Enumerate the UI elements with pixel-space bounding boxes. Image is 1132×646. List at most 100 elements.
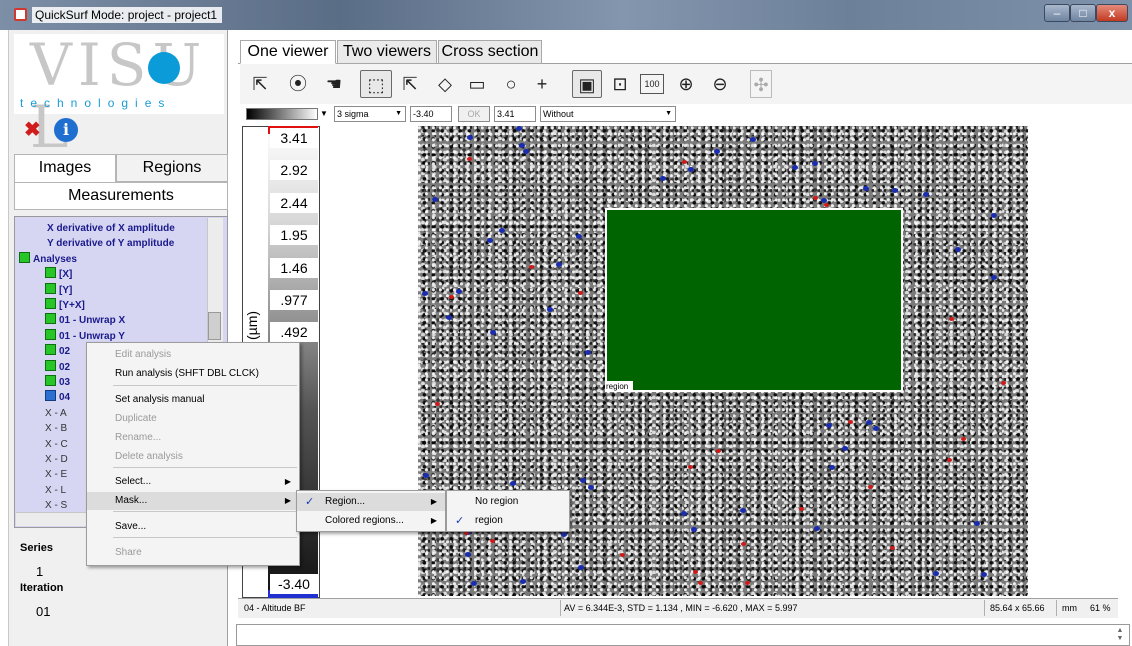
low-point-marker — [510, 481, 516, 486]
high-point-marker — [682, 160, 687, 164]
point-tool-icon[interactable]: + — [528, 70, 556, 98]
high-limit-input[interactable]: 3.41 — [494, 106, 536, 122]
tab-images[interactable]: Images — [14, 154, 116, 182]
command-spinner-icon[interactable]: ▲ ▼ — [1114, 627, 1126, 643]
tree-item-label: X - S — [45, 500, 68, 512]
status-statistics: AV = 6.344E-3, STD = 1.134 , MIN = -6.62… — [564, 603, 798, 613]
tree-item[interactable]: 03 — [45, 375, 70, 390]
low-point-marker — [547, 307, 553, 312]
ellipse-tool-icon[interactable]: ○ — [496, 70, 526, 98]
pointer-icon[interactable]: ⇱ — [248, 70, 272, 98]
context-menu-item[interactable]: Set analysis manual — [87, 391, 299, 409]
pan-hand-icon[interactable]: ☚ — [320, 70, 348, 98]
low-point-marker — [974, 521, 980, 526]
zoom-out-icon[interactable]: ⊖ — [706, 70, 734, 98]
high-point-marker — [824, 203, 829, 207]
low-point-marker — [576, 234, 582, 239]
tab-measurements[interactable]: Measurements — [14, 182, 228, 210]
tree-item[interactable]: [Y+X] — [45, 298, 85, 313]
submenu-item[interactable]: ✓ region — [447, 512, 569, 530]
tab-cross-section[interactable]: Cross section — [438, 40, 542, 64]
fit-window-icon[interactable]: ▣ — [572, 70, 602, 98]
info-icon[interactable]: i — [54, 118, 78, 142]
tree-scroll-thumb[interactable] — [208, 312, 221, 340]
tree-item[interactable]: [Y] — [45, 282, 72, 298]
minimize-button[interactable]: – — [1044, 4, 1070, 22]
status-divider — [1056, 600, 1057, 616]
tree-item[interactable]: X - B — [45, 421, 67, 436]
maximize-button[interactable]: □ — [1070, 4, 1096, 22]
status-layer-name: 04 - Altitude BF — [244, 603, 306, 613]
crosshair-icon[interactable]: ✣ — [750, 70, 772, 98]
color-palette-gradient[interactable] — [246, 108, 318, 120]
zoom-in-icon[interactable]: ⊕ — [672, 70, 700, 98]
context-menu-item[interactable]: Save... — [87, 518, 299, 536]
region-overlay[interactable] — [605, 208, 903, 392]
high-point-marker — [688, 465, 693, 469]
tree-item[interactable]: X - E — [45, 467, 67, 482]
submenu-item[interactable]: No region — [447, 493, 569, 511]
sigma-select[interactable]: 3 sigma ▼ — [334, 106, 406, 122]
chevron-down-icon: ▼ — [665, 110, 672, 117]
low-point-marker — [812, 161, 818, 166]
submenu-item[interactable]: ✓ Region... ▶ — [297, 493, 445, 511]
command-input[interactable] — [236, 624, 1130, 646]
fit-all-icon[interactable]: ⊡ — [606, 70, 634, 98]
tab-one-viewer[interactable]: One viewer — [240, 40, 336, 64]
low-point-marker — [520, 579, 526, 584]
low-limit-input[interactable]: -3.40 — [410, 106, 452, 122]
context-menu-item[interactable]: Mask... ▶ — [87, 492, 299, 510]
tree-item[interactable]: Y derivative of Y amplitude — [47, 236, 174, 251]
tree-item[interactable]: X - S — [45, 498, 67, 513]
tree-item[interactable]: 02 — [45, 344, 70, 359]
high-point-marker — [949, 317, 954, 321]
tree-item[interactable]: X - L — [45, 483, 66, 498]
rectangle-tool-icon[interactable]: ▭ — [462, 70, 492, 98]
scale-tick-label: 1.46 — [270, 257, 318, 278]
context-menu-item[interactable]: Select... ▶ — [87, 473, 299, 491]
tree-item[interactable]: X - D — [45, 452, 68, 467]
line-tool-icon[interactable]: ⇱ — [396, 70, 424, 98]
low-point-marker — [981, 572, 987, 577]
zoom-100-icon[interactable]: 100 — [640, 74, 664, 94]
tree-item[interactable]: 04 — [45, 390, 70, 405]
tab-two-viewers[interactable]: Two viewers — [337, 40, 437, 64]
high-point-marker — [799, 507, 804, 511]
low-point-marker — [814, 526, 820, 531]
tab-regions[interactable]: Regions — [116, 154, 228, 182]
low-point-marker — [523, 149, 529, 154]
tree-item[interactable]: [X] — [45, 267, 72, 282]
high-point-marker — [813, 196, 818, 200]
delete-icon[interactable]: ✖ — [24, 120, 44, 140]
tree-item[interactable]: 02 — [45, 359, 70, 375]
low-point-marker — [991, 275, 997, 280]
low-point-marker — [842, 446, 848, 451]
palette-dropdown-icon[interactable]: ▼ — [320, 108, 330, 120]
context-menu: Edit analysis Run analysis (SHFT DBL CLCK… — [86, 342, 300, 566]
close-window-button[interactable]: x — [1096, 4, 1128, 22]
tree-item[interactable]: X derivative of X amplitude — [47, 221, 175, 236]
polygon-tool-icon[interactable]: ◇ — [430, 70, 460, 98]
app-icon — [14, 8, 27, 21]
context-menu-item[interactable]: Run analysis (SHFT DBL CLCK) — [87, 365, 299, 383]
low-point-marker — [750, 137, 756, 142]
select-region-icon[interactable]: ⬚ — [360, 70, 392, 98]
tree-item[interactable]: 01 - Unwrap X — [45, 313, 125, 328]
submenu-item-label: No region — [475, 496, 519, 507]
submenu-arrow-icon: ▶ — [430, 497, 437, 506]
low-point-marker — [955, 247, 961, 252]
submenu-item[interactable]: Colored regions... ▶ — [297, 512, 445, 530]
tree-item-label: [Y+X] — [59, 300, 85, 311]
high-point-marker — [698, 581, 703, 585]
menu-item-label: Save... — [115, 521, 147, 532]
tree-item[interactable]: X - A — [45, 406, 67, 421]
ok-button[interactable]: OK — [458, 106, 490, 122]
tree-item[interactable]: Analyses — [19, 251, 77, 267]
low-point-marker — [829, 465, 835, 470]
tree-item[interactable]: X - C — [45, 437, 68, 452]
mode-select[interactable]: Without ▼ — [540, 106, 676, 122]
high-point-marker — [741, 542, 746, 546]
menu-item-label: Run analysis (SHFT DBL CLCK) — [115, 368, 259, 379]
high-point-marker — [947, 458, 952, 462]
info-icon[interactable]: ⦿ — [284, 70, 312, 98]
